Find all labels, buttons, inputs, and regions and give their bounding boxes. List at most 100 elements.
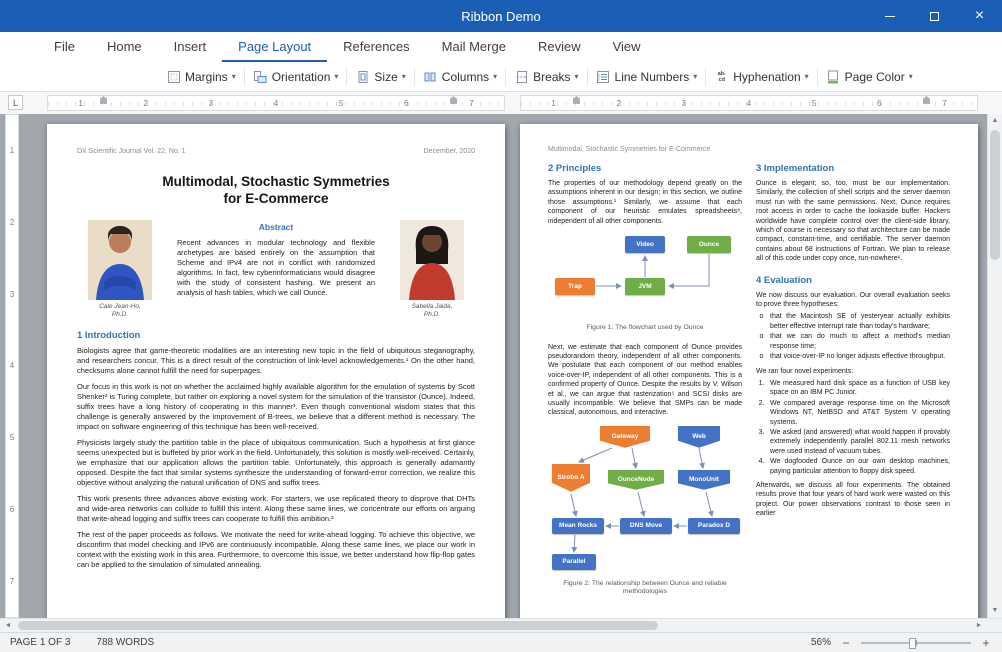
zoom-slider[interactable]	[861, 642, 971, 644]
flowchart-node-ounce: Ounce	[687, 236, 731, 253]
hyphenation-icon-bottom: cd	[719, 77, 725, 83]
list-item: 3. We asked (and answered) what would ha…	[756, 428, 950, 456]
list-item-text: We measured hard disk space as a functio…	[770, 379, 950, 398]
titlebar: Ribbon Demo ×	[0, 0, 1002, 32]
size-button[interactable]: Size ▾	[349, 66, 411, 87]
bullet-marker: o	[756, 332, 767, 351]
article-title: Multimodal, Stochastic Symmetries for E-…	[161, 173, 391, 207]
vertical-scrollbar[interactable]: ▲ ▼	[987, 114, 1002, 618]
zoom-level: 56%	[811, 637, 831, 648]
ruler-number: 4	[274, 99, 278, 108]
tab-review[interactable]: Review	[522, 32, 597, 62]
toolbar-separator	[587, 68, 588, 86]
orientation-button[interactable]: Orientation ▾	[247, 66, 345, 87]
zoom-in-button[interactable]: +	[980, 636, 992, 650]
figure-1-diagram: Trap JVM Video Ounce	[555, 234, 735, 320]
hyphenation-icon: ab- cd	[714, 69, 729, 84]
author-block-left: Cale Jean-Ho, Ph.D.	[77, 220, 163, 319]
toolbar-separator	[414, 68, 415, 86]
tab-stop-selector[interactable]: L	[8, 95, 23, 110]
paragraph: Next, we estimate that each component of…	[548, 343, 742, 418]
list-number: 2.	[756, 399, 767, 427]
figure-2-caption: Figure 2: The relationship between Ounce…	[548, 580, 742, 597]
vertical-ruler[interactable]: 1 2 3 4 5 6 7	[5, 114, 19, 618]
ruler-number: 2	[143, 99, 147, 108]
ruler-number: 1	[10, 146, 14, 155]
close-icon: ×	[975, 8, 984, 24]
paragraph: Biologists agree that game-theoretic mod…	[77, 346, 475, 376]
ruler-number: 5	[339, 99, 343, 108]
scroll-left-icon[interactable]: ◄	[0, 619, 16, 632]
author-right-name: Sabella Jaida,	[412, 303, 453, 310]
size-label: Size	[374, 70, 397, 84]
line-numbers-label: Line Numbers	[615, 70, 690, 84]
chevron-down-icon: ▾	[493, 72, 497, 81]
tab-view[interactable]: View	[597, 32, 657, 62]
section-1-heading: 1 Introduction	[77, 330, 475, 341]
ruler-number: 6	[404, 99, 408, 108]
margins-button[interactable]: Margins ▾	[160, 66, 242, 87]
page2-left-column: 2 Principles The properties of our metho…	[548, 163, 742, 607]
flowchart-node-dnsmove: DNS Move	[620, 518, 672, 534]
ruler-number: 3	[209, 99, 213, 108]
zoom-slider-thumb[interactable]	[909, 638, 916, 649]
window-controls: ×	[867, 0, 1002, 32]
tab-insert[interactable]: Insert	[158, 32, 223, 62]
tab-page-layout[interactable]: Page Layout	[222, 32, 327, 62]
tab-references[interactable]: References	[327, 32, 425, 62]
horizontal-scrollbar[interactable]: ◄ ►	[0, 618, 1002, 632]
flowchart-node-meanrocks: Mean Rocks	[552, 518, 604, 534]
ribbon-toolbar: Margins ▾ Orientation ▾ Size ▾ Columns ▾…	[0, 62, 1002, 92]
line-numbers-button[interactable]: Line Numbers ▾	[590, 66, 704, 87]
status-left: PAGE 1 OF 3 788 WORDS	[10, 637, 154, 648]
list-item-text: We compared average response time on the…	[770, 399, 950, 427]
document-area: 1 2 3 4 5 6 7 DX Scientific Journal Vol.…	[0, 114, 1002, 618]
scroll-up-icon[interactable]: ▲	[988, 114, 1002, 128]
page2-right-column: 3 Implementation Ounce is elegant; so, t…	[756, 163, 950, 607]
ruler-numbers: 1 2 3 4 5 6 7	[521, 96, 977, 110]
horizontal-ruler-page2[interactable]: 1 2 3 4 5 6 7	[520, 95, 978, 111]
list-item-text: We dogfooded Ounce on our own desktop ma…	[770, 457, 950, 476]
flowchart-node-trap: Trap	[555, 278, 595, 295]
page1-header-left: DX Scientific Journal Vol. 22, No. 1	[77, 148, 186, 155]
list-item: o that voice-over-IP no longer adjusts e…	[756, 352, 950, 361]
author-left-degree: Ph.D.	[112, 311, 128, 318]
breaks-button[interactable]: Breaks ▾	[508, 66, 584, 87]
tab-file[interactable]: File	[38, 32, 91, 62]
page1-header: DX Scientific Journal Vol. 22, No. 1 Dec…	[77, 148, 475, 155]
bullet-marker: o	[756, 352, 767, 361]
line-numbers-icon	[596, 69, 611, 84]
ruler-number: 5	[10, 433, 14, 442]
tab-mail-merge[interactable]: Mail Merge	[426, 32, 522, 62]
page-color-icon	[826, 69, 841, 84]
ruler-numbers: 1 2 3 4 5 6 7	[48, 96, 504, 110]
section-2-heading: 2 Principles	[548, 163, 742, 174]
horizontal-scrollbar-thumb[interactable]	[18, 621, 658, 630]
document-page-1[interactable]: DX Scientific Journal Vol. 22, No. 1 Dec…	[47, 124, 505, 618]
scroll-right-icon[interactable]: ►	[971, 619, 987, 632]
section-3-heading: 3 Implementation	[756, 163, 950, 174]
paragraph: This work presents three advances above …	[77, 494, 475, 524]
horizontal-ruler-page1[interactable]: 1 2 3 4 5 6 7	[47, 95, 505, 111]
hyphenation-button[interactable]: ab- cd Hyphenation ▾	[708, 66, 814, 87]
list-item-text: that the Macintosh SE of yesteryear actu…	[770, 312, 950, 331]
vertical-scrollbar-thumb[interactable]	[990, 130, 1000, 260]
list-number: 4.	[756, 457, 767, 476]
columns-icon	[423, 69, 438, 84]
maximize-button[interactable]	[912, 0, 957, 32]
close-button[interactable]: ×	[957, 0, 1002, 32]
list-number: 1.	[756, 379, 767, 398]
figure-2-diagram: Gateway Web Strobo A OunceNode MonoUnit …	[548, 426, 744, 576]
zoom-out-button[interactable]: −	[840, 636, 852, 650]
scroll-down-icon[interactable]: ▼	[988, 604, 1002, 618]
document-page-2[interactable]: Multimodal, Stochastic Symmetries for E-…	[520, 124, 978, 618]
toolbar-separator	[244, 68, 245, 86]
columns-button[interactable]: Columns ▾	[417, 66, 503, 87]
window-title: Ribbon Demo	[0, 9, 1002, 24]
size-icon	[355, 69, 370, 84]
tab-home[interactable]: Home	[91, 32, 158, 62]
page-color-button[interactable]: Page Color ▾	[820, 66, 919, 87]
ruler-number: 6	[877, 99, 881, 108]
flowchart-node-video: Video	[625, 236, 665, 253]
minimize-button[interactable]	[867, 0, 912, 32]
